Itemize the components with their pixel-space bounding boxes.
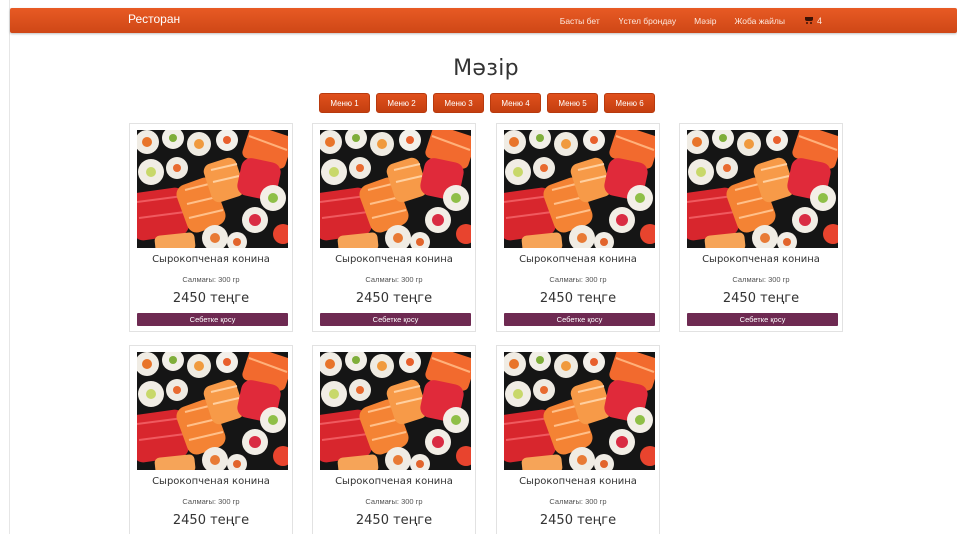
product-weight: Салмағы: 300 гр [549, 275, 607, 284]
add-to-cart-button[interactable]: Себетке қосу [687, 313, 838, 326]
product-price: 2450 теңге [172, 291, 250, 306]
product-price: 2450 теңге [722, 291, 800, 306]
product-weight: Салмағы: 300 гр [182, 497, 240, 506]
product-weight: Салмағы: 300 гр [365, 497, 423, 506]
tab-menu-3[interactable]: Меню 3 [433, 93, 484, 113]
menu-tabs: Меню 1 Меню 2 Меню 3 Меню 4 Меню 5 Меню … [319, 93, 661, 113]
product-image [137, 130, 288, 248]
product-name: Сырокопченая конина [152, 254, 270, 265]
nav-link-menu[interactable]: Мәзір [694, 16, 716, 26]
product-image [320, 130, 471, 248]
product-card: Сырокопченая конина Салмағы: 300 гр 2450… [129, 345, 293, 534]
product-price: 2450 теңге [355, 291, 433, 306]
add-to-cart-button[interactable]: Себетке қосу [137, 313, 288, 326]
product-name: Сырокопченая конина [519, 476, 637, 487]
product-name: Сырокопченая конина [335, 476, 453, 487]
product-image [320, 352, 471, 470]
nav-link-booking[interactable]: Үстел брондау [619, 16, 676, 26]
product-price: 2450 теңге [539, 291, 617, 306]
product-card: Сырокопченая конина Салмағы: 300 гр 2450… [679, 123, 843, 332]
product-name: Сырокопченая конина [702, 254, 820, 265]
product-name: Сырокопченая конина [152, 476, 270, 487]
tab-menu-5[interactable]: Меню 5 [547, 93, 598, 113]
product-name: Сырокопченая конина [335, 254, 453, 265]
add-to-cart-button[interactable]: Себетке қосу [320, 313, 471, 326]
nav-links: Басты бет Үстел брондау Мәзір Жоба жайлы… [560, 8, 957, 33]
tab-menu-1[interactable]: Меню 1 [319, 93, 370, 113]
product-weight: Салмағы: 300 гр [732, 275, 790, 284]
brand-logo[interactable]: Ресторан [128, 12, 180, 26]
page-title: Мәзір [453, 56, 519, 81]
nav-link-home[interactable]: Басты бет [560, 16, 600, 26]
product-card: Сырокопченая конина Салмағы: 300 гр 2450… [496, 345, 660, 534]
product-price: 2450 теңге [539, 513, 617, 528]
product-price: 2450 теңге [172, 513, 250, 528]
product-price: 2450 теңге [355, 513, 433, 528]
product-weight: Салмағы: 300 гр [182, 275, 240, 284]
product-image [687, 130, 838, 248]
navbar: Ресторан Басты бет Үстел брондау Мәзір Ж… [10, 8, 957, 33]
product-card: Сырокопченая конина Салмағы: 300 гр 2450… [129, 123, 293, 332]
cart-link[interactable]: 4 [803, 16, 822, 26]
tab-menu-2[interactable]: Меню 2 [376, 93, 427, 113]
product-image [504, 130, 655, 248]
add-to-cart-button[interactable]: Себетке қосу [504, 313, 655, 326]
cart-count: 4 [816, 15, 822, 26]
tab-menu-6[interactable]: Меню 6 [604, 93, 655, 113]
product-image [504, 352, 655, 470]
tab-menu-4[interactable]: Меню 4 [490, 93, 541, 113]
product-card: Сырокопченая конина Салмағы: 300 гр 2450… [312, 345, 476, 534]
product-image [137, 352, 288, 470]
product-weight: Салмағы: 300 гр [365, 275, 423, 284]
product-card: Сырокопченая конина Салмағы: 300 гр 2450… [312, 123, 476, 332]
product-name: Сырокопченая конина [519, 254, 637, 265]
product-card: Сырокопченая конина Салмағы: 300 гр 2450… [496, 123, 660, 332]
nav-link-about[interactable]: Жоба жайлы [735, 16, 785, 26]
cart-icon [803, 16, 815, 25]
product-weight: Салмағы: 300 гр [549, 497, 607, 506]
